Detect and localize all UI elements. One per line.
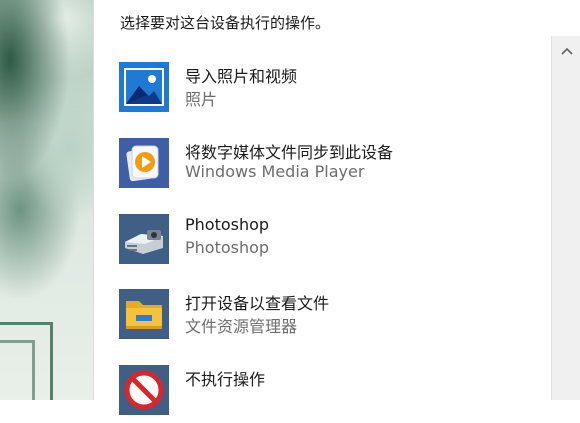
option-sync-media[interactable]: 将数字媒体文件同步到此设备 Windows Media Player: [116, 138, 541, 196]
option-subtitle: Photoshop: [185, 238, 270, 257]
photos-icon: [119, 62, 169, 112]
option-no-action[interactable]: 不执行操作: [116, 365, 541, 423]
no-action-icon: [119, 365, 169, 415]
option-subtitle: Windows Media Player: [185, 162, 365, 181]
option-photoshop[interactable]: Photoshop Photoshop: [116, 214, 541, 272]
desktop-frame-shape-inner: [0, 340, 35, 400]
chevron-up-icon: [560, 40, 573, 59]
option-title: 将数字媒体文件同步到此设备: [185, 143, 394, 162]
dialog-heading: 选择要对这台设备执行的操作。: [120, 14, 331, 32]
vertical-scrollbar[interactable]: [551, 36, 580, 400]
desktop-background: [0, 0, 93, 400]
autoplay-dialog: 选择要对这台设备执行的操作。 导入照片和视频 照片 将数字媒体文件同步到此设备 …: [93, 0, 580, 415]
scroll-up-button[interactable]: [552, 36, 580, 62]
photoshop-scanner-icon: [119, 214, 169, 264]
scrollbar-track[interactable]: [555, 76, 577, 400]
option-title: Photoshop: [185, 215, 270, 234]
file-explorer-icon: [119, 289, 169, 339]
option-open-folder[interactable]: 打开设备以查看文件 文件资源管理器: [116, 289, 541, 347]
option-title: 导入照片和视频: [185, 67, 298, 86]
windows-media-player-icon: [119, 138, 169, 188]
option-title: 打开设备以查看文件: [185, 294, 330, 313]
option-subtitle: 文件资源管理器: [185, 317, 298, 336]
option-subtitle: 照片: [185, 90, 218, 109]
option-title: 不执行操作: [185, 370, 266, 389]
option-import-photos[interactable]: 导入照片和视频 照片: [116, 62, 541, 120]
